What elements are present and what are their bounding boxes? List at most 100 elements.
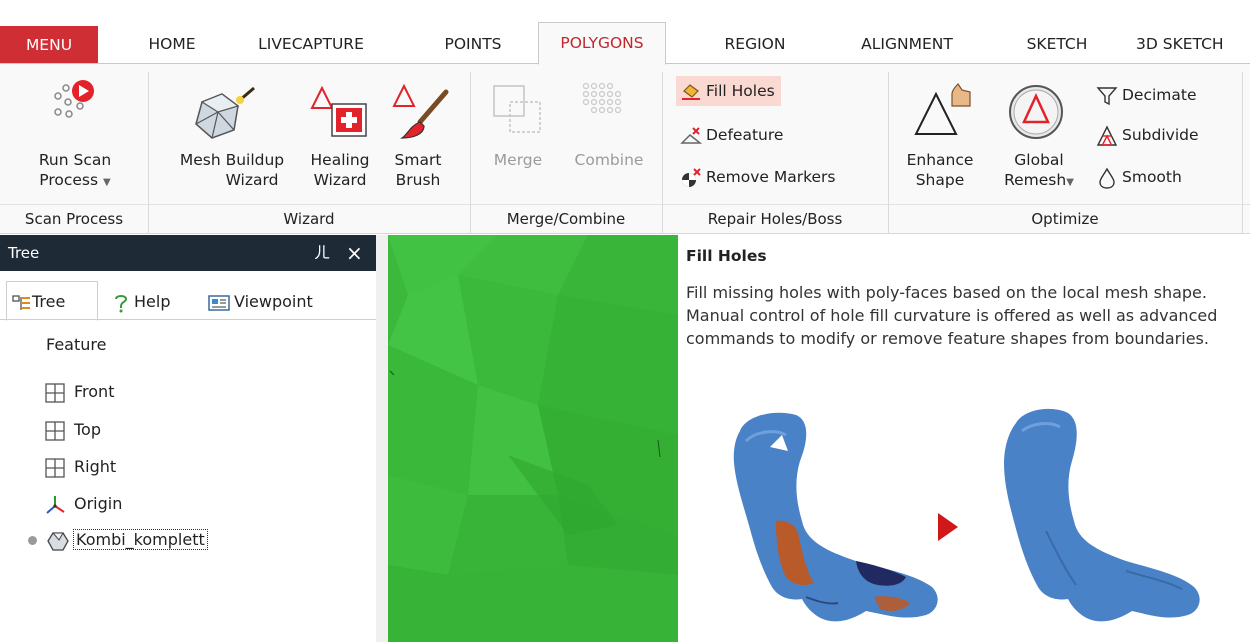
group-label-merge-combine: Merge/Combine	[506, 210, 626, 228]
fill-holes-illustration	[733, 408, 1200, 622]
model-viewport[interactable]	[388, 235, 678, 642]
ribbon-panel: Run Scan Process ▼ Scan Process Mesh Bui…	[0, 64, 1250, 234]
group-label-repair-holes-boss: Repair Holes/Boss	[707, 210, 843, 228]
tree-item-label: Origin	[74, 494, 123, 513]
enhance-shape-icon	[914, 83, 971, 135]
tab-menu[interactable]: MENU	[0, 26, 98, 64]
tree-item-top[interactable]: Top	[44, 417, 101, 443]
remove-markers-icon	[682, 167, 701, 187]
enhance-shape-button[interactable]: Enhance Shape	[900, 150, 980, 190]
decimate-label: Decimate	[1122, 86, 1197, 104]
smart-brush-icon	[392, 83, 449, 139]
tree-item-label: Top	[74, 420, 101, 439]
visibility-dot-icon[interactable]	[28, 536, 37, 545]
ribbon-tab-bar: MENU HOME LIVECAPTURE POINTS POLYGONS RE…	[0, 0, 1250, 65]
run-scan-process-icon	[54, 80, 94, 118]
smooth-button[interactable]: Smooth	[1096, 162, 1182, 192]
help-title: Fill Holes	[686, 247, 767, 265]
tree-item-front[interactable]: Front	[44, 379, 114, 405]
group-label-optimize: Optimize	[1031, 210, 1099, 228]
app-window: MENU HOME LIVECAPTURE POINTS POLYGONS RE…	[0, 0, 1250, 642]
tab-tree[interactable]: Tree	[12, 285, 65, 319]
run-scan-process-button[interactable]: Run Scan Process ▼	[20, 150, 130, 193]
tab-help[interactable]: Help	[112, 285, 170, 319]
fill-holes-label: Fill Holes	[706, 82, 775, 100]
tree-panel: Tree ㄦ × Tree Help Viewpoint Feature Fro…	[0, 235, 376, 642]
tree-panel-title: Tree	[8, 244, 40, 262]
tab-viewpoint[interactable]: Viewpoint	[208, 285, 313, 319]
mesh-buildup-label-line2: Wizard	[225, 171, 279, 189]
tree-item-right[interactable]: Right	[44, 454, 116, 480]
green-mesh-surface	[388, 235, 678, 642]
tab-help-label: Help	[134, 292, 171, 311]
arrow-right-icon	[938, 513, 958, 541]
remesh-label-line2: Remesh▼	[1004, 171, 1074, 189]
mesh-buildup-wizard-button[interactable]: Mesh Buildup Wizard	[162, 150, 302, 190]
run-scan-label-line1: Run Scan	[38, 151, 112, 169]
fill-holes-icon	[682, 83, 700, 100]
run-scan-label-line2: Process ▼	[39, 171, 111, 189]
tab-points[interactable]: POINTS	[428, 24, 518, 64]
tab-tree-label: Tree	[32, 292, 66, 311]
help-panel: Fill Holes Fill missing holes with poly-…	[678, 235, 1250, 642]
tab-livecapture[interactable]: LIVECAPTURE	[246, 24, 376, 64]
subdivide-button[interactable]: Subdivide	[1096, 120, 1199, 150]
merge-icon	[493, 85, 541, 133]
smooth-icon	[1099, 167, 1115, 189]
tab-home[interactable]: HOME	[132, 24, 212, 64]
arm-before-image	[733, 412, 938, 622]
global-remesh-icon	[1009, 85, 1063, 139]
tab-polygons[interactable]: POLYGONS	[538, 22, 666, 65]
healing-wizard-button[interactable]: Healing Wizard	[300, 150, 380, 190]
global-remesh-button[interactable]: Global Remesh▼	[994, 150, 1084, 193]
defeature-label: Defeature	[706, 126, 784, 144]
plane-icon	[45, 457, 65, 478]
healing-label-line1: Healing	[310, 151, 370, 169]
remesh-label-line1: Global	[1014, 151, 1064, 169]
feature-column-header: Feature	[46, 335, 107, 354]
arm-after-image	[1004, 408, 1200, 622]
dropdown-arrow-icon[interactable]: ▼	[103, 177, 111, 188]
tab-region[interactable]: REGION	[710, 24, 800, 64]
mesh-buildup-wizard-icon	[195, 86, 255, 139]
tab-sketch[interactable]: SKETCH	[1012, 24, 1102, 64]
remove-markers-button[interactable]: Remove Markers	[680, 162, 835, 192]
smart-brush-label-line2: Brush	[395, 171, 441, 189]
tree-item-label: Front	[74, 382, 115, 401]
tree-icon	[12, 294, 30, 310]
smart-brush-button[interactable]: Smart Brush	[388, 150, 448, 190]
group-label-scan-process: Scan Process	[24, 210, 124, 228]
fill-holes-button[interactable]: Fill Holes	[676, 76, 781, 106]
viewpoint-icon	[208, 294, 230, 311]
tree-panel-header: Tree ㄦ ×	[0, 235, 376, 271]
merge-button[interactable]: Merge	[488, 150, 548, 170]
tree-item-kombi-komplett[interactable]: Kombi_komplett	[28, 527, 208, 553]
enhance-label-line2: Shape	[915, 171, 965, 189]
subdivide-label: Subdivide	[1122, 126, 1199, 144]
tab-3d-sketch[interactable]: 3D SKETCH	[1136, 24, 1250, 64]
plane-icon	[45, 382, 65, 403]
panel-tab-divider	[0, 319, 376, 320]
decimate-icon	[1096, 86, 1118, 105]
healing-wizard-icon	[310, 85, 367, 137]
close-icon[interactable]: ×	[346, 235, 363, 271]
dropdown-arrow-icon[interactable]: ▼	[1066, 177, 1074, 188]
defeature-icon	[680, 126, 702, 144]
defeature-button[interactable]: Defeature	[680, 120, 783, 150]
subdivide-icon	[1096, 124, 1118, 146]
combine-button[interactable]: Combine	[566, 150, 652, 170]
tree-item-label: Kombi_komplett	[73, 529, 208, 550]
help-description: Fill missing holes with poly-faces based…	[686, 283, 1218, 348]
pin-icon[interactable]: ㄦ	[314, 235, 330, 271]
smart-brush-label-line1: Smart	[394, 151, 442, 169]
tab-alignment[interactable]: ALIGNMENT	[842, 24, 972, 64]
mesh-buildup-label-line1: Mesh Buildup	[179, 151, 285, 169]
help-icon	[115, 294, 128, 312]
tree-item-origin[interactable]: Origin	[44, 491, 122, 517]
origin-axes-icon	[46, 495, 65, 514]
remove-markers-label: Remove Markers	[706, 168, 836, 186]
enhance-label-line1: Enhance	[906, 151, 974, 169]
group-separator	[1242, 72, 1243, 234]
panel-splitter[interactable]	[376, 235, 388, 642]
decimate-button[interactable]: Decimate	[1096, 80, 1197, 110]
